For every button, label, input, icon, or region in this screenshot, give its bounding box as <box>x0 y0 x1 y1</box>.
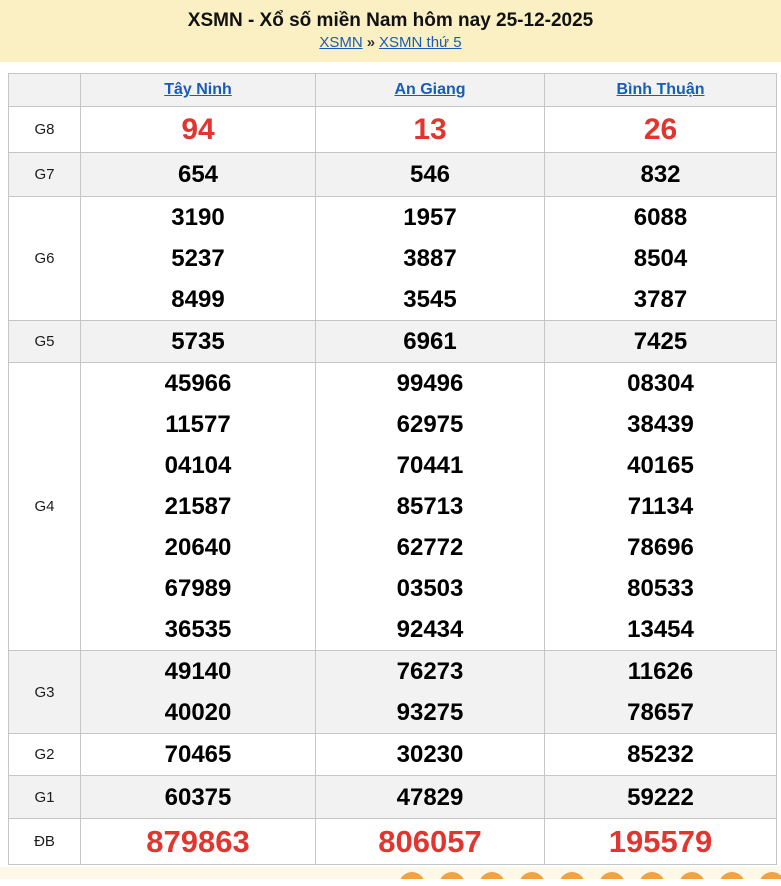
prize-number: 832 <box>640 161 681 188</box>
lotto-ball-icon <box>599 872 625 879</box>
prize-row-g6: G6 3190 5237 8499 1957 3887 3545 6088 85… <box>8 196 777 321</box>
province-link-tay-ninh[interactable]: Tây Ninh <box>164 81 232 98</box>
prize-row-g3: G3 49140 40020 76273 93275 11626 78657 <box>8 650 777 734</box>
prize-number: 04104 <box>164 452 232 479</box>
prize-number: 13454 <box>627 616 694 643</box>
prize-number: 93275 <box>396 699 464 726</box>
prize-number: 5735 <box>171 328 225 355</box>
lotto-balls <box>399 872 781 879</box>
prize-label-g8: G8 <box>8 106 81 153</box>
lotto-ball-icon <box>679 872 705 879</box>
lotto-ball-icon <box>479 872 505 879</box>
page-header: XSMN - Xổ số miền Nam hôm nay 25-12-2025… <box>0 0 781 62</box>
lotto-ball-icon <box>639 872 665 879</box>
prize-number: 08304 <box>627 370 694 397</box>
prize-number: 8504 <box>633 245 688 272</box>
prize-number: 03503 <box>396 575 464 602</box>
prize-number: 70465 <box>164 741 232 768</box>
prize-row-g8: G8 94 13 26 <box>8 106 777 153</box>
prize-number: 40020 <box>164 699 232 726</box>
prize-number: 21587 <box>164 493 232 520</box>
prize-number: 40165 <box>627 452 694 479</box>
prize-number: 6088 <box>633 204 688 231</box>
lotto-ball-icon <box>519 872 545 879</box>
column-header-tay-ninh: Tây Ninh <box>80 73 316 107</box>
prize-number: 78657 <box>627 699 694 726</box>
prize-number: 1957 <box>403 204 457 231</box>
breadcrumb-link-xsmn-thu-5[interactable]: XSMN thứ 5 <box>379 34 462 51</box>
prize-number: 30230 <box>396 741 464 768</box>
table-header-row: Tây Ninh An Giang Bình Thuận <box>8 73 777 107</box>
column-header-binh-thuan: Bình Thuận <box>544 73 777 107</box>
prize-row-g5: G5 5735 6961 7425 <box>8 320 777 363</box>
prize-number: 80533 <box>627 575 694 602</box>
prize-number: 49140 <box>164 658 232 685</box>
prize-number: 26 <box>643 113 678 146</box>
prize-row-g4: G4 45966 11577 04104 21587 20640 67989 3… <box>8 362 777 651</box>
prize-number: 3190 <box>171 204 225 231</box>
prize-number: 38439 <box>627 411 694 438</box>
prize-number: 47829 <box>396 783 464 811</box>
prize-row-g7: G7 654 546 832 <box>8 152 777 197</box>
prize-number: 99496 <box>396 370 464 397</box>
province-link-an-giang[interactable]: An Giang <box>394 81 465 98</box>
prize-number: 7425 <box>633 328 688 355</box>
province-link-binh-thuan[interactable]: Bình Thuận <box>617 81 705 98</box>
prize-number: 94 <box>181 113 215 146</box>
lotto-ball-icon <box>759 872 781 879</box>
column-header-an-giang: An Giang <box>315 73 545 107</box>
results-table: Tây Ninh An Giang Bình Thuận G8 94 13 26… <box>8 73 777 865</box>
prize-number: 11577 <box>165 411 231 438</box>
prize-number: 3887 <box>403 245 457 272</box>
lotto-ball-strip <box>0 867 781 879</box>
prize-number: 92434 <box>396 616 464 643</box>
prize-number: 45966 <box>164 370 232 397</box>
prize-row-g2: G2 70465 30230 85232 <box>8 733 777 776</box>
lotto-ball-icon <box>719 872 745 879</box>
prize-number: 85713 <box>396 493 464 520</box>
prize-number: 3545 <box>403 286 457 313</box>
prize-number: 6961 <box>403 328 457 355</box>
prize-number: 3787 <box>633 286 688 313</box>
lotto-ball-icon <box>399 872 425 879</box>
prize-number: 20640 <box>164 534 232 561</box>
prize-number: 62772 <box>396 534 464 561</box>
prize-number-special: 195579 <box>608 824 713 859</box>
prize-number: 5237 <box>171 245 225 272</box>
breadcrumb-separator: » <box>366 34 376 52</box>
breadcrumb: XSMN» XSMN thứ 5 <box>319 34 461 51</box>
prize-row-db: ĐB 879863 806057 195579 <box>8 818 777 865</box>
prize-label-db: ĐB <box>8 818 81 865</box>
prize-label-g7: G7 <box>8 152 81 197</box>
lotto-ball-icon <box>439 872 465 879</box>
prize-number: 11626 <box>627 658 694 685</box>
prize-number-special: 879863 <box>146 824 250 859</box>
prize-number: 546 <box>409 161 451 188</box>
prize-label-g5: G5 <box>8 320 81 363</box>
prize-label-g4: G4 <box>8 362 81 651</box>
prize-number: 76273 <box>396 658 464 685</box>
prize-label-g1: G1 <box>8 775 81 819</box>
prize-row-g1: G1 60375 47829 59222 <box>8 775 777 819</box>
prize-label-g2: G2 <box>8 733 81 776</box>
prize-number: 71134 <box>627 493 694 520</box>
prize-number: 654 <box>177 161 219 188</box>
corner-cell <box>8 73 81 107</box>
lotto-ball-icon <box>559 872 585 879</box>
prize-number: 36535 <box>164 616 232 643</box>
breadcrumb-link-xsmn[interactable]: XSMN <box>319 34 362 51</box>
prize-label-g6: G6 <box>8 196 81 321</box>
prize-number: 70441 <box>396 452 464 479</box>
prize-number-special: 806057 <box>378 824 482 859</box>
prize-number: 62975 <box>396 411 464 438</box>
prize-label-g3: G3 <box>8 650 81 734</box>
page-title: XSMN - Xổ số miền Nam hôm nay 25-12-2025 <box>187 9 594 31</box>
prize-number: 13 <box>413 113 447 146</box>
prize-number: 60375 <box>164 783 232 811</box>
prize-number: 85232 <box>627 741 694 768</box>
prize-number: 78696 <box>627 534 694 561</box>
prize-number: 59222 <box>627 783 694 811</box>
prize-number: 8499 <box>171 286 225 313</box>
prize-number: 67989 <box>164 575 232 602</box>
